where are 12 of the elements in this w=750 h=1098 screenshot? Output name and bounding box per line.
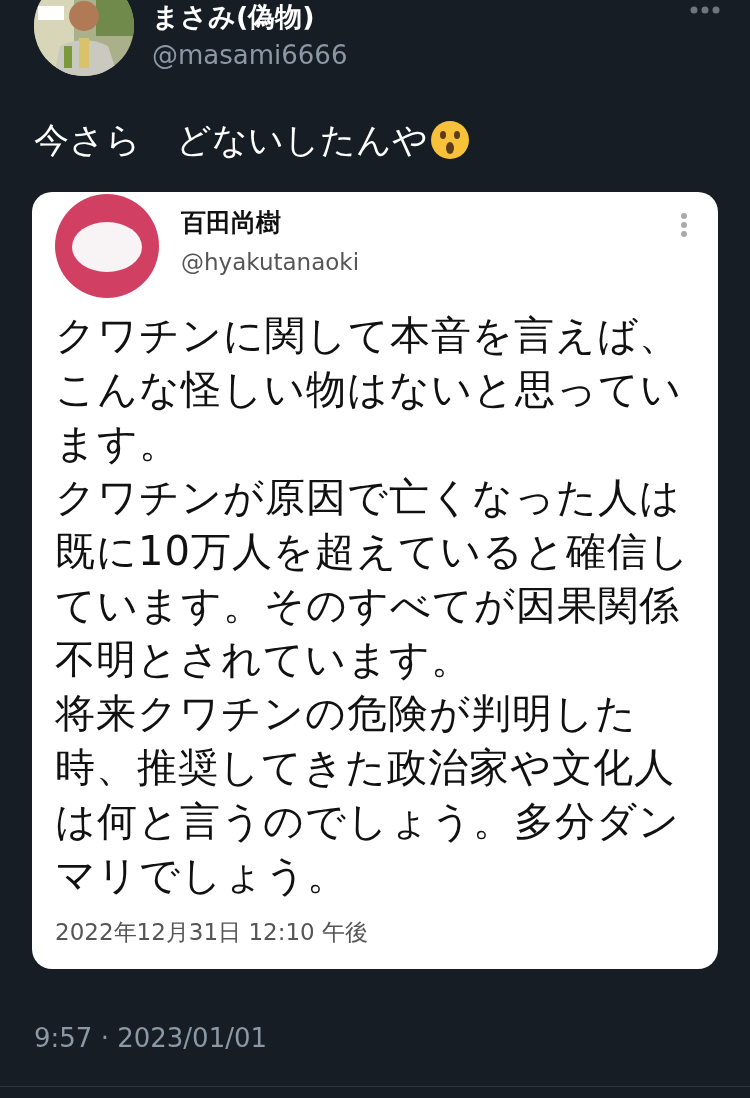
display-name: まさみ(偽物) — [152, 0, 316, 34]
user-handle: @hyakutanaoki — [181, 248, 361, 277]
quoted-tweet-card[interactable]: 百田尚樹 @hyakutanaoki クワチンに関して本音を言えば、 こんな怪しい物はないと思ってい ます。 クワチンが原因で亡くなった人は 既に10万人を超えていると確信し ています。そのすべてが因果関係 不明とされています。 将来クワチンの危険が判明した 時、推奨してきた政治家や文化人 は何と言うのでしょう。多分ダン マリでしょう。 2022年12月31日 12:10 午後 — [32, 192, 718, 969]
timestamp: 9:57 · 2023/01/01 — [33, 1022, 269, 1055]
more-icon[interactable] — [690, 6, 720, 14]
tweet-text: 今さら どないしたんや — [34, 119, 428, 162]
user-handle: @masami6666 — [152, 39, 349, 72]
quoted-tweet-text: クワチンに関して本音を言えば、 こんな怪しい物はないと思ってい ます。 クワチンが原因で亡くなった人は 既に10万人を超えていると確信し ています。そのすべてが因果関係 不明とされています。 将来クワチンの危険が判明した 時、推奨してきた政治家や文化人 は何と言うのでしょう。多分ダン マリでしょう。 — [55, 311, 691, 900]
more-icon[interactable] — [680, 212, 688, 238]
display-name: 百田尚樹 — [181, 207, 282, 239]
astonished-emoji-icon — [430, 120, 470, 160]
quoted-timestamp: 2022年12月31日 12:10 午後 — [55, 918, 369, 947]
